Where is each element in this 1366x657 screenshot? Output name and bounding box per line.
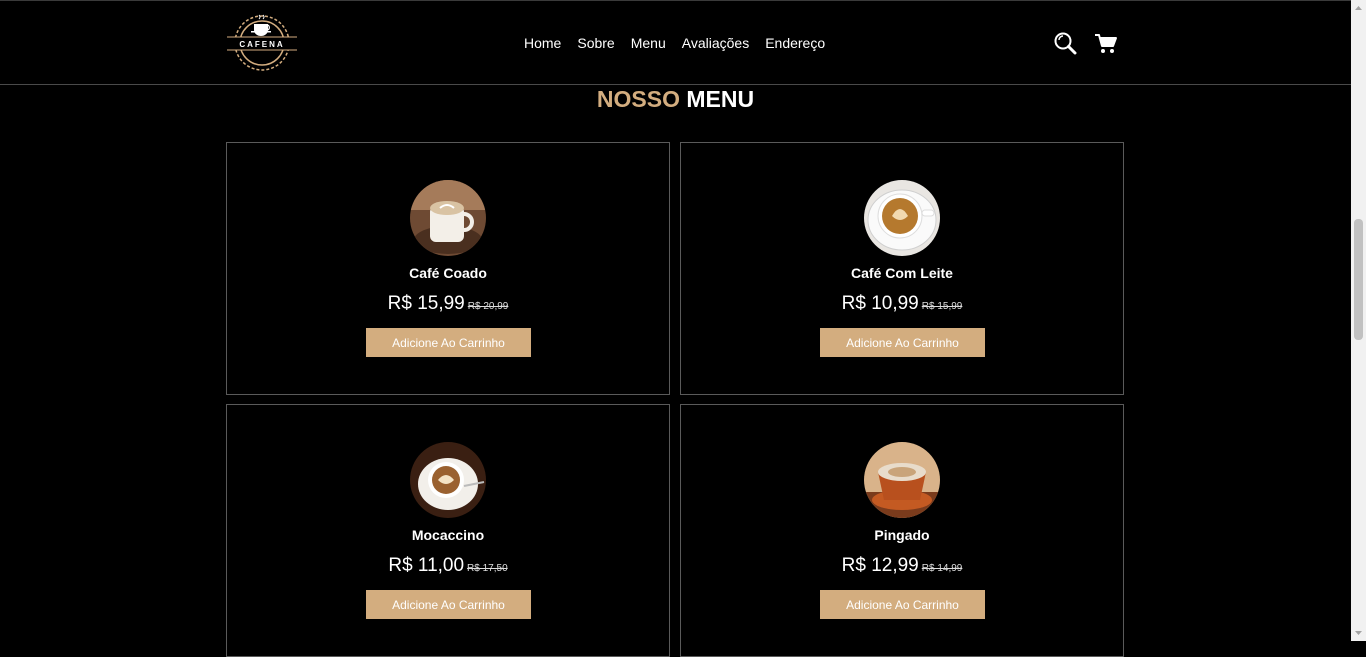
product-image [864, 442, 940, 518]
product-name: Café Coado [409, 265, 487, 281]
scroll-up-arrow-icon[interactable] [1351, 2, 1366, 14]
product-price: R$ 11,00 R$ 17,50 [227, 555, 669, 577]
menu-card: Café Coado R$ 15,99 R$ 20,99 Adicione Ao … [226, 142, 670, 395]
old-price: R$ 15,99 [921, 301, 963, 312]
old-price: R$ 17,50 [467, 563, 508, 574]
current-price: R$ 11,00 [388, 555, 465, 576]
product-price: R$ 15,99 R$ 20,99 [227, 293, 669, 315]
old-price: R$ 20,99 [467, 301, 509, 312]
menu-card: Pingado R$ 12,99 R$ 14,99 Adicione Ao Car… [680, 404, 1124, 657]
add-to-cart-button[interactable]: Adicione Ao Carrinho [366, 328, 531, 357]
product-name: Café Com Leite [851, 265, 953, 281]
add-to-cart-button[interactable]: Adicione Ao Carrinho [820, 328, 985, 357]
current-price: R$ 15,99 [387, 293, 465, 314]
product-name: Pingado [874, 527, 930, 543]
section-title-accent: NOSSO [596, 86, 680, 112]
current-price: R$ 10,99 [841, 293, 919, 314]
vertical-scrollbar[interactable] [1351, 0, 1366, 641]
nav-endereco[interactable]: Endereço [765, 35, 825, 51]
product-price: R$ 10,99 R$ 15,99 [681, 293, 1123, 315]
main-nav: Home Sobre Menu Avaliações Endereço [524, 35, 841, 51]
scroll-down-arrow-icon[interactable] [1351, 627, 1366, 639]
product-image [864, 180, 940, 256]
add-to-cart-button[interactable]: Adicione Ao Carrinho [366, 590, 531, 619]
product-name: Mocaccino [411, 527, 485, 543]
nav-sobre[interactable]: Sobre [577, 35, 614, 51]
nav-menu[interactable]: Menu [631, 35, 666, 51]
logo-text: CAFENA [239, 40, 284, 49]
menu-card: Café Com Leite R$ 10,99 R$ 15,99 Adicione… [680, 142, 1124, 395]
add-to-cart-button[interactable]: Adicione Ao Carrinho [820, 590, 985, 619]
search-icon[interactable] [1053, 31, 1077, 55]
current-price: R$ 12,99 [841, 555, 919, 576]
cart-icon[interactable] [1094, 33, 1118, 55]
product-image [410, 442, 486, 518]
menu-card: Mocaccino R$ 11,00 R$ 17,50 Adicione Ao C… [226, 404, 670, 657]
product-image [410, 180, 486, 256]
site-header: CAFENA Home Sobre Menu Avaliações Endere… [0, 1, 1351, 85]
section-title-main: MENU [686, 86, 755, 112]
nav-home[interactable]: Home [524, 35, 561, 51]
product-price: R$ 12,99 R$ 14,99 [681, 555, 1123, 577]
old-price: R$ 14,99 [921, 563, 963, 574]
nav-avaliacoes[interactable]: Avaliações [682, 35, 749, 51]
cafena-logo[interactable]: CAFENA [225, 11, 299, 75]
scrollbar-thumb[interactable] [1354, 219, 1363, 340]
section-title: NOSSO MENU [0, 84, 1351, 114]
